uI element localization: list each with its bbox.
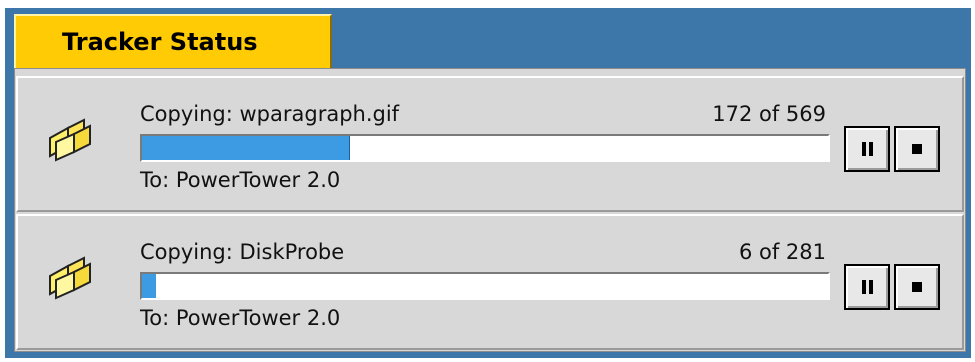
destination-label: To: PowerTower 2.0: [140, 168, 341, 192]
progress-bar: [140, 134, 830, 162]
count-label: 172 of 569: [712, 102, 826, 126]
pause-icon: [861, 280, 873, 294]
file-label: Copying: DiskProbe: [140, 240, 345, 264]
window-title: Tracker Status: [62, 28, 258, 56]
progress-fill: [142, 274, 157, 298]
destination-label: To: PowerTower 2.0: [140, 306, 341, 330]
stop-icon: [912, 282, 922, 292]
pause-button[interactable]: [844, 126, 890, 172]
file-label: Copying: wparagraph.gif: [140, 102, 400, 126]
transfer-row: Copying: DiskProbe 6 of 281 To: PowerTow…: [16, 214, 964, 350]
progress-bar: [140, 272, 830, 300]
copy-files-icon: [49, 118, 91, 162]
copy-files-icon: [49, 256, 91, 300]
pause-icon: [861, 142, 873, 156]
transfer-row: Copying: wparagraph.gif 172 of 569 To: P…: [16, 76, 964, 212]
pause-button[interactable]: [844, 264, 890, 310]
stop-button[interactable]: [894, 126, 940, 172]
stop-icon: [912, 144, 922, 154]
count-label: 6 of 281: [738, 240, 826, 264]
progress-fill: [142, 136, 351, 160]
window-tab[interactable]: Tracker Status: [14, 14, 332, 68]
stop-button[interactable]: [894, 264, 940, 310]
